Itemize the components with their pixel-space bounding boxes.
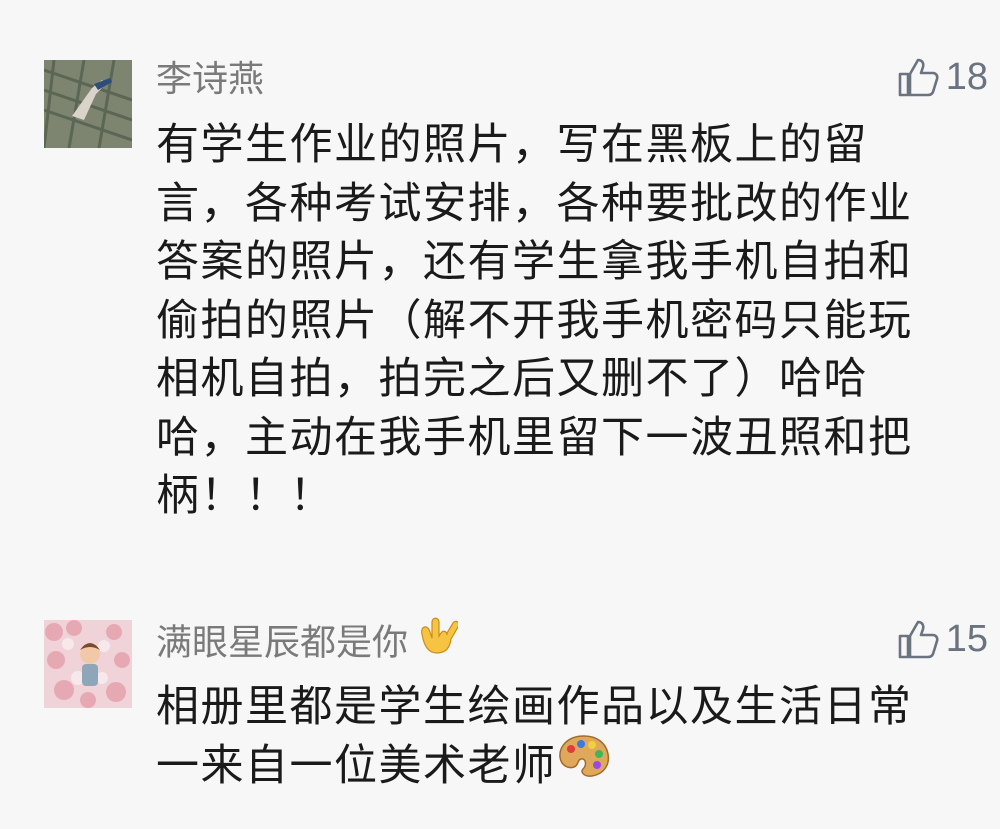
artist-palette-emoji	[557, 733, 611, 795]
comment-author[interactable]: 满眼星辰都是你	[156, 617, 460, 669]
like-count: 15	[945, 617, 988, 660]
thumbs-up-icon	[898, 58, 939, 97]
comment-author[interactable]: 李诗燕	[156, 58, 264, 102]
comment-text-content: 有学生作业的照片，写在黑板上的留言，各种考试安排，各种要批改的作业答案的照片，还…	[156, 120, 913, 521]
comment-text: 相册里都是学生绘画作品以及生活日常一来自一位美术老师	[156, 678, 956, 795]
comment-text: 有学生作业的照片，写在黑板上的留言，各种考试安排，各种要批改的作业答案的照片，还…	[156, 116, 956, 526]
comment-item: 满眼星辰都是你 15 相册里都是学生绘画作品以及生活日常一来自一位美术老师	[0, 600, 1000, 829]
like-button[interactable]: 18	[896, 53, 988, 101]
like-button[interactable]: 15	[896, 615, 988, 663]
comment-text-content: 相册里都是学生绘画作品以及生活日常一来自一位美术老师	[156, 682, 913, 791]
comment-author-name: 满眼星辰都是你	[156, 622, 409, 664]
thumbs-up-icon	[898, 620, 939, 659]
like-count: 18	[945, 55, 988, 98]
avatar[interactable]	[44, 60, 132, 148]
avatar-photo	[44, 60, 132, 148]
avatar-photo	[44, 620, 132, 708]
comment-item: 李诗燕 18 有学生作业的照片，写在黑板上的留言，各种考试安排，各种要批改的作业…	[0, 0, 1000, 560]
avatar[interactable]	[44, 620, 132, 708]
love-you-hand-emoji	[414, 614, 460, 669]
